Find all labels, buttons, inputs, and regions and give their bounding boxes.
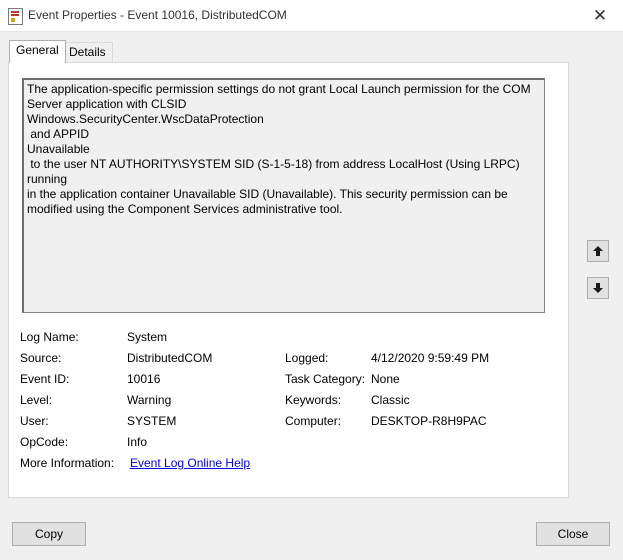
close-button-label: Close (557, 527, 589, 541)
tab-details-label: Details (69, 45, 106, 59)
previous-event-button[interactable] (587, 240, 609, 262)
arrow-down-icon (593, 283, 603, 293)
level-label: Level: (20, 393, 53, 407)
source-value: DistributedCOM (127, 351, 213, 365)
more-info-label: More Information: (20, 456, 115, 470)
user-label: User: (20, 414, 49, 428)
user-value: SYSTEM (127, 414, 177, 428)
close-window-button[interactable]: ✕ (577, 0, 623, 31)
title-bar: Event Properties - Event 10016, Distribu… (0, 0, 623, 32)
level-value: Warning (127, 393, 172, 407)
log-name-label: Log Name: (20, 330, 79, 344)
task-category-label: Task Category: (285, 372, 366, 386)
event-viewer-icon (8, 8, 23, 25)
tab-details[interactable]: Details (62, 42, 113, 62)
logged-value: 4/12/2020 9:59:49 PM (371, 351, 490, 365)
opcode-label: OpCode: (20, 435, 69, 449)
window-title: Event Properties - Event 10016, Distribu… (28, 8, 287, 22)
event-description[interactable]: The application-specific permission sett… (22, 78, 545, 313)
event-id-value: 10016 (127, 372, 161, 386)
computer-value: DESKTOP-R8H9PAC (371, 414, 487, 428)
next-event-button[interactable] (587, 277, 609, 299)
close-button[interactable]: Close (536, 522, 610, 546)
tab-general-label: General (16, 43, 59, 57)
event-id-label: Event ID: (20, 372, 70, 386)
source-label: Source: (20, 351, 62, 365)
tab-general[interactable]: General (9, 40, 66, 63)
event-log-online-help-link[interactable]: Event Log Online Help (130, 456, 250, 470)
keywords-label: Keywords: (285, 393, 342, 407)
task-category-value: None (371, 372, 400, 386)
log-name-value: System (127, 330, 168, 344)
close-icon: ✕ (592, 5, 608, 25)
keywords-value: Classic (371, 393, 410, 407)
copy-button-label: Copy (34, 527, 63, 541)
copy-button[interactable]: Copy (12, 522, 86, 546)
arrow-up-icon (593, 246, 603, 256)
logged-label: Logged: (285, 351, 329, 365)
opcode-value: Info (127, 435, 148, 449)
computer-label: Computer: (285, 414, 342, 428)
